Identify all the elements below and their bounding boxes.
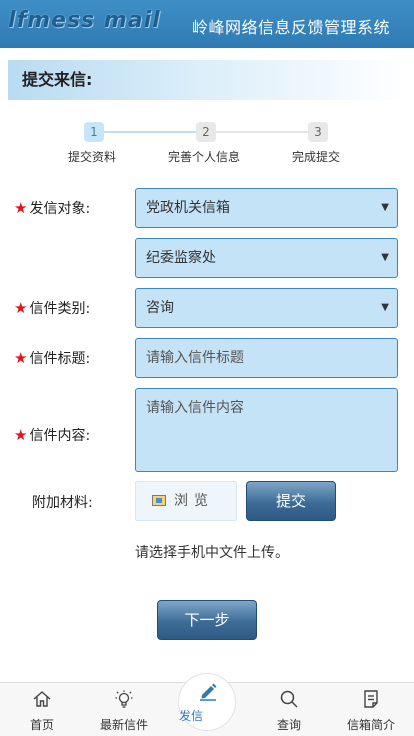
nav-home-label: 首页: [29, 718, 54, 732]
browse-label: 浏览: [174, 493, 214, 509]
step-connector: [216, 131, 308, 133]
document-icon: [364, 690, 378, 708]
subject-placeholder: 请输入信件标题: [146, 350, 244, 366]
category-label: 信件类别:: [29, 301, 91, 317]
recipient-sub-value: 纪委监察处: [146, 250, 216, 266]
recipient-value: 党政机关信箱: [146, 200, 230, 216]
subject-label-row: ★ 信件标题:: [14, 348, 90, 368]
logo: lfmess mail: [8, 8, 161, 33]
search-icon: [280, 690, 298, 708]
step-1-number: 1: [84, 122, 104, 142]
recipient-select[interactable]: 党政机关信箱 ▼: [135, 188, 398, 228]
app-header: lfmess mail 岭峰网络信息反馈管理系统: [0, 0, 414, 48]
step-1-label: 提交资料: [68, 150, 117, 164]
progress-steps: 1 2 3 提交资料 完善个人信息 完成提交: [0, 120, 414, 170]
content-label: 信件内容:: [29, 428, 91, 444]
upload-hint: 请选择手机中文件上传。: [135, 545, 289, 561]
nav-search-label: 查询: [276, 718, 301, 732]
category-label-row: ★ 信件类别:: [14, 298, 90, 318]
browse-button[interactable]: 浏览: [135, 481, 237, 521]
nav-latest-label: 最新信件: [99, 718, 148, 732]
content-label-row: ★ 信件内容:: [14, 425, 90, 445]
chevron-down-icon: ▼: [381, 302, 389, 313]
subject-label: 信件标题:: [29, 351, 91, 367]
next-step-button[interactable]: 下一步: [157, 600, 257, 640]
nav-write-label: 发信: [179, 709, 204, 723]
required-star-icon: ★: [14, 426, 28, 444]
submit-file-button[interactable]: 提交: [246, 481, 336, 521]
nav-search[interactable]: 查询: [254, 683, 324, 736]
home-icon: [33, 691, 51, 707]
step-2-label: 完善个人信息: [168, 150, 241, 164]
attachment-label: 附加材料:: [32, 495, 93, 511]
nav-intro-label: 信箱简介: [346, 718, 395, 732]
required-star-icon: ★: [14, 299, 28, 317]
nav-home[interactable]: 首页: [7, 683, 77, 736]
nav-intro[interactable]: 信箱简介: [336, 683, 406, 736]
section-title: 提交来信:: [8, 60, 406, 100]
content-placeholder: 请输入信件内容: [146, 400, 244, 416]
subject-input[interactable]: 请输入信件标题: [135, 338, 398, 378]
lightbulb-icon: [115, 690, 133, 708]
app-title: 岭峰网络信息反馈管理系统: [192, 18, 391, 37]
category-select[interactable]: 咨询 ▼: [135, 288, 398, 328]
step-2-number: 2: [196, 122, 216, 142]
recipient-label: 发信对象:: [29, 201, 91, 217]
required-star-icon: ★: [14, 199, 28, 217]
chevron-down-icon: ▼: [381, 252, 389, 263]
recipient-sub-select[interactable]: 纪委监察处 ▼: [135, 238, 398, 278]
chevron-down-icon: ▼: [381, 202, 389, 213]
step-3-label: 完成提交: [292, 150, 341, 164]
category-value: 咨询: [146, 300, 174, 316]
nav-write[interactable]: 发信: [178, 673, 236, 731]
image-file-icon: [152, 495, 166, 506]
content-textarea[interactable]: 请输入信件内容: [135, 388, 398, 472]
required-star-icon: ★: [14, 349, 28, 367]
recipient-label-row: ★ 发信对象:: [14, 198, 90, 218]
pencil-icon: [200, 683, 217, 701]
step-3-number: 3: [308, 122, 328, 142]
nav-latest[interactable]: 最新信件: [89, 683, 159, 736]
step-connector: [104, 131, 196, 133]
